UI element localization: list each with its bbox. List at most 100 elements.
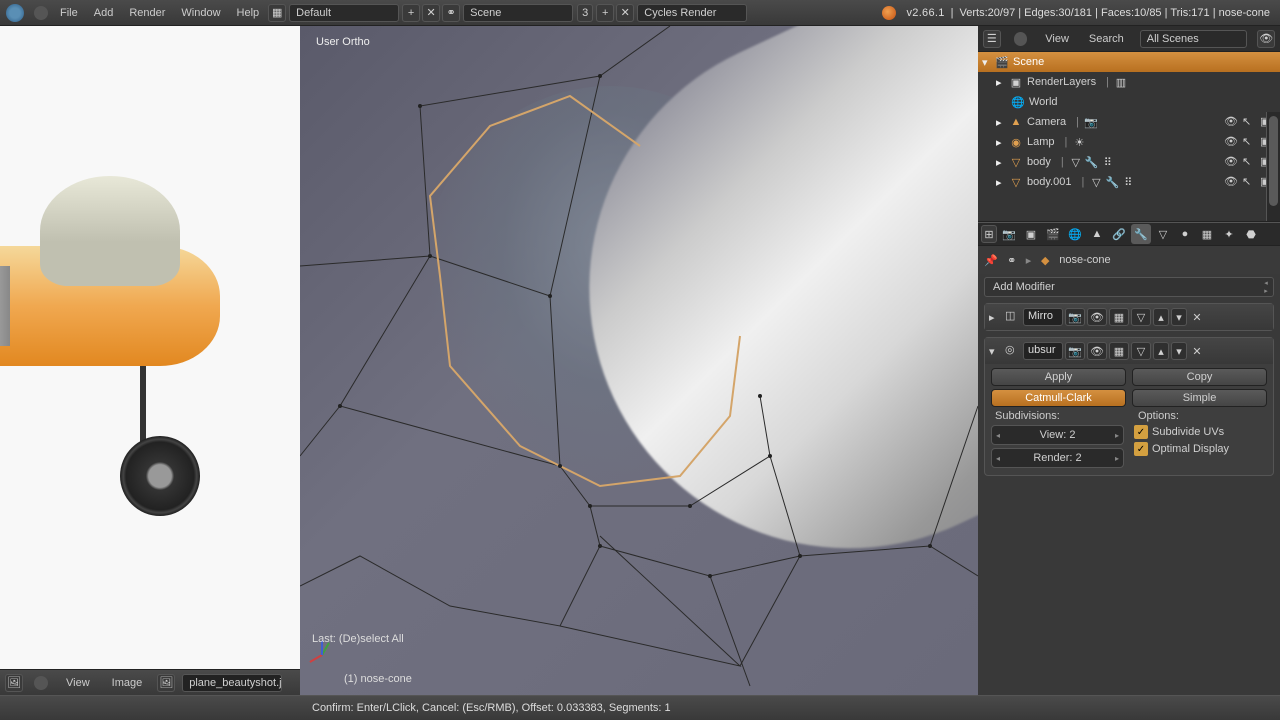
screen-layout-icon[interactable]: ▦	[268, 4, 286, 22]
remove-layout-button[interactable]: ✕	[422, 4, 440, 22]
outliner-search-menu[interactable]: Search	[1083, 31, 1130, 47]
render-tab[interactable]: 📷	[999, 224, 1019, 244]
outliner-view-menu[interactable]: View	[1039, 31, 1075, 47]
screen-layout-select[interactable]: Default	[289, 4, 399, 22]
3d-viewport[interactable]: User Ortho Last: (De)select All (1) nose…	[300, 26, 978, 695]
material-tab[interactable]: ●	[1175, 224, 1195, 244]
selectable-toggle[interactable]: ↖	[1242, 135, 1256, 149]
menu-file[interactable]: File	[52, 7, 86, 19]
selectable-toggle[interactable]: ↖	[1242, 155, 1256, 169]
selectable-toggle[interactable]: ↖	[1242, 115, 1256, 129]
visibility-toggle[interactable]: 👁	[1224, 155, 1238, 169]
mesh-data-icon[interactable]: ▽	[1068, 154, 1084, 170]
constraints-tab[interactable]: 🔗	[1109, 224, 1129, 244]
menu-add[interactable]: Add	[86, 7, 122, 19]
outliner-item-renderlayers[interactable]: ▸ ▣ RenderLayers | ▥	[978, 72, 1280, 92]
render-engine-select[interactable]: Cycles Render	[637, 4, 747, 22]
simple-toggle[interactable]: Simple	[1132, 389, 1267, 407]
info-editor-icon[interactable]	[6, 4, 24, 22]
expand-icon[interactable]	[34, 676, 48, 690]
scene-users[interactable]: 3	[577, 4, 593, 22]
viewport-visibility-toggle[interactable]: 👁	[1087, 342, 1107, 360]
outliner-item-body[interactable]: ▸ ▽ body | ▽ 🔧 ⠿ 👁↖▣	[978, 152, 1280, 172]
expand-icon[interactable]: ▸	[996, 176, 1008, 189]
menu-help[interactable]: Help	[229, 7, 268, 19]
renderlayer-data-icon[interactable]: ▥	[1113, 74, 1129, 90]
menu-render[interactable]: Render	[121, 7, 173, 19]
scene-select[interactable]: Scene	[463, 4, 573, 22]
add-scene-button[interactable]: +	[596, 4, 614, 22]
editor-type-icon[interactable]	[34, 6, 48, 20]
texture-tab[interactable]: ▦	[1197, 224, 1217, 244]
expand-icon[interactable]: ▸	[996, 136, 1008, 149]
outliner-item-lamp[interactable]: ▸ ◉ Lamp | ☀ 👁↖▣	[978, 132, 1280, 152]
scene-crumb-icon[interactable]: ⚭	[1004, 252, 1020, 268]
render-subdivisions-field[interactable]: Render: 2	[991, 448, 1124, 468]
collapse-icon[interactable]: ▾	[989, 345, 1003, 358]
outliner-item-world[interactable]: 🌐 World	[978, 92, 1280, 112]
selectable-toggle[interactable]: ↖	[1242, 175, 1256, 189]
apply-button[interactable]: Apply	[991, 368, 1126, 386]
scene-tab[interactable]: 🎬	[1043, 224, 1063, 244]
visibility-toggle[interactable]: 👁	[1224, 135, 1238, 149]
subdivide-uvs-checkbox[interactable]: ✓ Subdivide UVs	[1134, 425, 1267, 439]
image-editor-icon[interactable]: 🖼	[5, 674, 23, 692]
move-down-button[interactable]: ▾	[1171, 342, 1187, 360]
world-tab[interactable]: 🌐	[1065, 224, 1085, 244]
outliner-expand-icon[interactable]	[1014, 32, 1028, 46]
visibility-toggle[interactable]: 👁	[1224, 115, 1238, 129]
outliner-tree[interactable]: ▾ 🎬 Scene ▸ ▣ RenderLayers | ▥ 🌐 World ▸…	[978, 52, 1280, 222]
modifier-cage-icon[interactable]: ⠿	[1100, 154, 1116, 170]
modifier-name-field[interactable]: Mirro	[1023, 308, 1063, 326]
particles-tab[interactable]: ✦	[1219, 224, 1239, 244]
outliner-item-body001[interactable]: ▸ ▽ body.001 | ▽ 🔧 ⠿ 👁↖▣	[978, 172, 1280, 192]
outliner-scene-row[interactable]: ▾ 🎬 Scene	[978, 52, 1280, 72]
lamp-data-icon[interactable]: ☀	[1071, 134, 1087, 150]
menu-window[interactable]: Window	[173, 7, 228, 19]
expand-icon[interactable]: ▸	[996, 156, 1008, 169]
image-datablock-field[interactable]: plane_beautyshot.j	[182, 674, 282, 692]
object-crumb-icon[interactable]: ◆	[1037, 252, 1053, 268]
delete-modifier-button[interactable]: ✕	[1189, 308, 1205, 326]
move-up-button[interactable]: ▴	[1153, 308, 1169, 326]
scene-browse-icon[interactable]: ⚭	[442, 4, 460, 22]
mesh-data-icon[interactable]: ▽	[1088, 174, 1104, 190]
expand-icon[interactable]: ▸	[996, 116, 1008, 129]
outliner-display-mode[interactable]: All Scenes	[1140, 30, 1248, 48]
outliner-item-camera[interactable]: ▸ ▲ Camera | 📷 👁↖▣	[978, 112, 1280, 132]
outliner-scrollbar[interactable]	[1266, 112, 1280, 222]
modifier-icon[interactable]: 🔧	[1084, 154, 1100, 170]
modifier-icon[interactable]: 🔧	[1104, 174, 1120, 190]
move-up-button[interactable]: ▴	[1153, 342, 1169, 360]
modifier-name-field[interactable]: ubsur	[1023, 342, 1063, 360]
pin-icon[interactable]: 📌	[984, 254, 998, 267]
expand-icon[interactable]: ▸	[996, 76, 1008, 89]
properties-editor-icon[interactable]: ⊞	[981, 225, 997, 243]
delete-modifier-button[interactable]: ✕	[1189, 342, 1205, 360]
reference-image[interactable]	[0, 26, 300, 688]
camera-data-icon[interactable]: 📷	[1083, 114, 1099, 130]
image-browse-icon[interactable]: 🖼	[157, 674, 175, 692]
move-down-button[interactable]: ▾	[1171, 308, 1187, 326]
modifier-cage-icon[interactable]: ⠿	[1120, 174, 1136, 190]
expand-icon[interactable]: ▸	[989, 311, 1003, 324]
expand-icon[interactable]: ▾	[982, 56, 994, 69]
render-visibility-toggle[interactable]: 📷	[1065, 308, 1085, 326]
copy-button[interactable]: Copy	[1132, 368, 1267, 386]
object-tab[interactable]: ▲	[1087, 224, 1107, 244]
image-image-menu[interactable]: Image	[104, 677, 151, 689]
viewport-visibility-toggle[interactable]: 👁	[1087, 308, 1107, 326]
add-modifier-dropdown[interactable]: Add Modifier	[984, 277, 1274, 297]
modifiers-tab[interactable]: 🔧	[1131, 224, 1151, 244]
editmode-visibility-toggle[interactable]: ▦	[1109, 342, 1129, 360]
render-visibility-toggle[interactable]: 📷	[1065, 342, 1085, 360]
physics-tab[interactable]: ⬣	[1241, 224, 1261, 244]
visibility-toggle[interactable]: 👁	[1224, 175, 1238, 189]
optimal-display-checkbox[interactable]: ✓ Optimal Display	[1134, 442, 1267, 456]
outliner-editor-icon[interactable]: ☰	[983, 30, 1001, 48]
outliner-filter-icon[interactable]: 👁	[1257, 30, 1275, 48]
editmode-visibility-toggle[interactable]: ▦	[1109, 308, 1129, 326]
objectdata-tab[interactable]: ▽	[1153, 224, 1173, 244]
view-subdivisions-field[interactable]: View: 2	[991, 425, 1124, 445]
remove-scene-button[interactable]: ✕	[616, 4, 634, 22]
